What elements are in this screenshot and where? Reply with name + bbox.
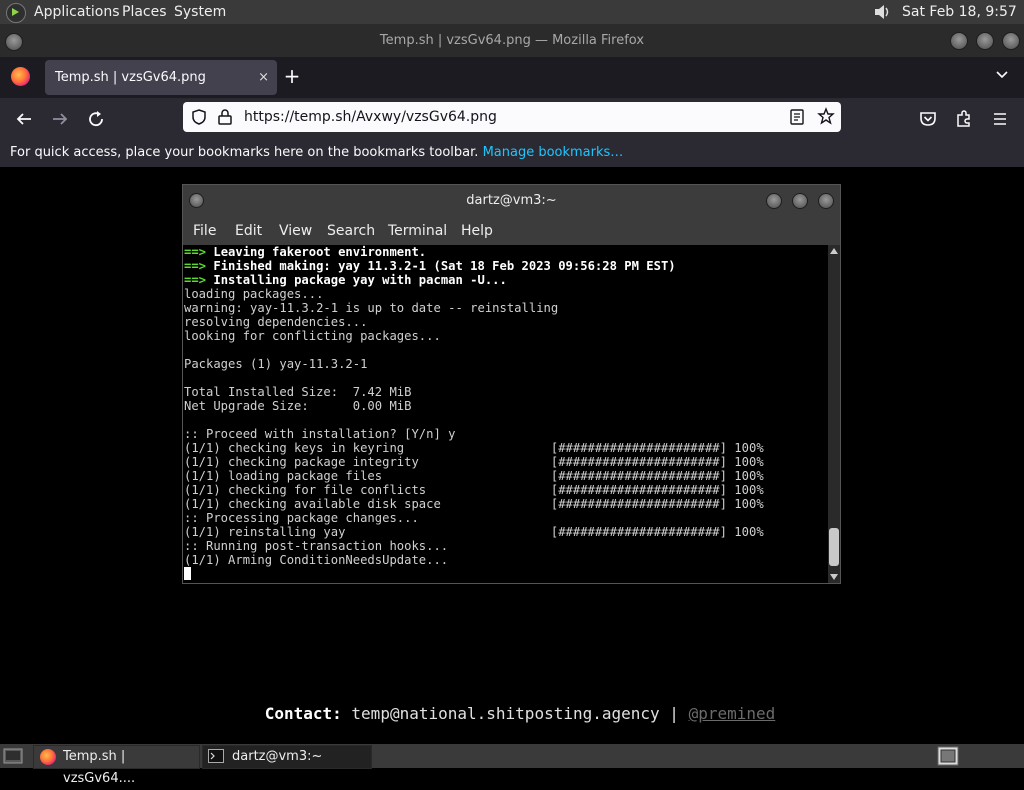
prompt-arrow: ==> xyxy=(184,245,214,259)
menu-system[interactable]: System xyxy=(174,0,226,24)
terminal-icon xyxy=(208,749,224,763)
terminal-line: (1/1) checking package integrity [######… xyxy=(184,455,764,469)
terminal-minimize-icon xyxy=(766,193,782,209)
terminal-screenshot-image: dartz@vm3:~ File Edit View Search Termin… xyxy=(182,184,841,584)
reader-view-icon[interactable] xyxy=(789,108,805,126)
terminal-line: (1/1) checking for file conflicts [#####… xyxy=(184,483,764,497)
prompt-arrow: ==> xyxy=(184,259,214,273)
terminal-line: (1/1) checking keys in keyring [########… xyxy=(184,441,764,455)
firefox-icon xyxy=(40,749,56,765)
scroll-down-icon xyxy=(830,574,838,580)
url-bar[interactable]: https://temp.sh/Avxwy/vzsGv64.png xyxy=(183,102,841,132)
close-button[interactable] xyxy=(1002,32,1020,50)
terminal-line: (1/1) checking available disk space [###… xyxy=(184,497,764,511)
terminal-line: :: Proceed with installation? [Y/n] y xyxy=(184,427,456,441)
maximize-button[interactable] xyxy=(976,32,994,50)
terminal-output: ==> Leaving fakeroot environment. ==> Fin… xyxy=(184,245,827,583)
reload-icon[interactable] xyxy=(84,107,108,131)
pocket-icon[interactable] xyxy=(916,107,940,131)
terminal-title: dartz@vm3:~ xyxy=(466,193,557,208)
clock[interactable]: Sat Feb 18, 9:57 PM xyxy=(902,0,1024,44)
terminal-close-icon xyxy=(818,193,834,209)
terminal-menu-search: Search xyxy=(327,223,376,239)
tab-temp-sh[interactable]: Temp.sh | vzsGv64.png × xyxy=(45,60,277,95)
applications-icon[interactable] xyxy=(6,3,26,23)
terminal-line-text: Installing package yay with pacman -U... xyxy=(213,273,507,287)
terminal-line: (1/1) loading package files [###########… xyxy=(184,469,764,483)
terminal-scrollbar-thumb xyxy=(829,528,839,566)
terminal-menu-view: View xyxy=(279,223,313,239)
navigation-bar: https://temp.sh/Avxwy/vzsGv64.png xyxy=(0,98,1024,139)
terminal-scrollbar xyxy=(828,245,840,583)
terminal-line: (1/1) Arming ConditionNeedsUpdate... xyxy=(184,553,449,567)
terminal-window-menu-icon xyxy=(189,193,204,208)
terminal-line-text: Leaving fakeroot environment. xyxy=(213,245,427,259)
firefox-logo-icon[interactable] xyxy=(11,67,30,86)
manage-bookmarks-link[interactable]: Manage bookmarks… xyxy=(483,145,624,160)
terminal-titlebar: dartz@vm3:~ xyxy=(183,185,840,217)
extensions-icon[interactable] xyxy=(952,107,976,131)
bottom-taskbar: Temp.sh | vzsGv64.... dartz@vm3:~ xyxy=(0,744,1024,786)
terminal-line: ==> Installing package yay with pacman -… xyxy=(184,273,827,287)
terminal-prompt-line xyxy=(184,567,827,581)
terminal-menu-file: File xyxy=(193,223,217,239)
workspace-switcher-icon[interactable] xyxy=(937,746,959,766)
terminal-menu-edit: Edit xyxy=(235,223,263,239)
top-panel: Applications Places System Sat Feb 18, 9… xyxy=(0,0,1024,44)
terminal-menu-help: Help xyxy=(461,223,493,239)
terminal-menubar: File Edit View Search Terminal Help xyxy=(183,217,840,245)
scroll-up-icon xyxy=(830,248,838,254)
terminal-line: :: Running post-transaction hooks... xyxy=(184,539,449,553)
terminal-line: warning: yay-11.3.2-1 is up to date -- r… xyxy=(184,301,559,315)
forward-arrow-icon[interactable] xyxy=(48,107,72,131)
terminal-line: Total Installed Size: 7.42 MiB xyxy=(184,385,412,399)
terminal-line: looking for conflicting packages... xyxy=(184,329,441,343)
terminal-line: loading packages... xyxy=(184,287,324,301)
terminal-line: Net Upgrade Size: 0.00 MiB xyxy=(184,399,412,413)
prompt-arrow: ==> xyxy=(184,273,214,287)
tab-label: Temp.sh | vzsGv64.png xyxy=(55,70,206,85)
contact-email: temp@national.shitposting.agency | xyxy=(341,704,689,723)
contact-label: Contact: xyxy=(264,704,342,723)
terminal-maximize-icon xyxy=(792,193,808,209)
terminal-line: :: Processing package changes... xyxy=(184,511,419,525)
terminal-line: ==> Leaving fakeroot environment. xyxy=(184,245,827,259)
window-title: Temp.sh | vzsGv64.png — Mozilla Firefox xyxy=(379,33,645,48)
tab-strip: Temp.sh | vzsGv64.png × + xyxy=(0,57,1024,98)
contact-line: Contact: temp@national.shitposting.agenc… xyxy=(0,704,1024,723)
new-tab-button[interactable]: + xyxy=(281,65,303,87)
terminal-line: resolving dependencies... xyxy=(184,315,368,329)
firefox-titlebar: Temp.sh | vzsGv64.png — Mozilla Firefox xyxy=(0,24,1024,57)
minimize-button[interactable] xyxy=(950,32,968,50)
back-arrow-icon[interactable] xyxy=(12,107,36,131)
bookmark-star-icon[interactable] xyxy=(817,107,835,125)
bookmarks-toolbar: For quick access, place your bookmarks h… xyxy=(0,139,1024,167)
show-desktop-icon[interactable] xyxy=(3,747,23,765)
taskbar-firefox[interactable]: Temp.sh | vzsGv64.... xyxy=(33,745,200,786)
window-menu-icon[interactable] xyxy=(5,33,23,51)
terminal-line: (1/1) reinstalling yay [################… xyxy=(184,525,764,539)
taskbar-firefox-label: Temp.sh | vzsGv64.... xyxy=(63,749,136,786)
menu-applications[interactable]: Applications xyxy=(34,0,120,24)
terminal-menu-terminal: Terminal xyxy=(388,223,448,239)
menu-places[interactable]: Places xyxy=(122,0,167,24)
bookmarks-hint: For quick access, place your bookmarks h… xyxy=(10,145,483,160)
tab-close-icon[interactable]: × xyxy=(258,60,269,95)
lock-icon[interactable] xyxy=(217,108,233,126)
url-text[interactable]: https://temp.sh/Avxwy/vzsGv64.png xyxy=(244,102,497,132)
terminal-line: Packages (1) yay-11.3.2-1 xyxy=(184,357,368,371)
volume-icon[interactable] xyxy=(872,2,892,22)
terminal-line: ==> Finished making: yay 11.3.2-1 (Sat 1… xyxy=(184,259,827,273)
hamburger-menu-icon[interactable] xyxy=(988,107,1012,131)
taskbar-terminal-label: dartz@vm3:~ xyxy=(232,749,323,764)
shield-icon[interactable] xyxy=(190,108,208,126)
terminal-cursor xyxy=(184,567,191,580)
contact-handle-link[interactable]: @premined xyxy=(689,704,776,723)
taskbar-terminal[interactable]: dartz@vm3:~ xyxy=(202,745,372,769)
terminal-line-text: Finished making: yay 11.3.2-1 (Sat 18 Fe… xyxy=(213,259,676,273)
chevron-down-icon[interactable] xyxy=(995,68,1009,82)
